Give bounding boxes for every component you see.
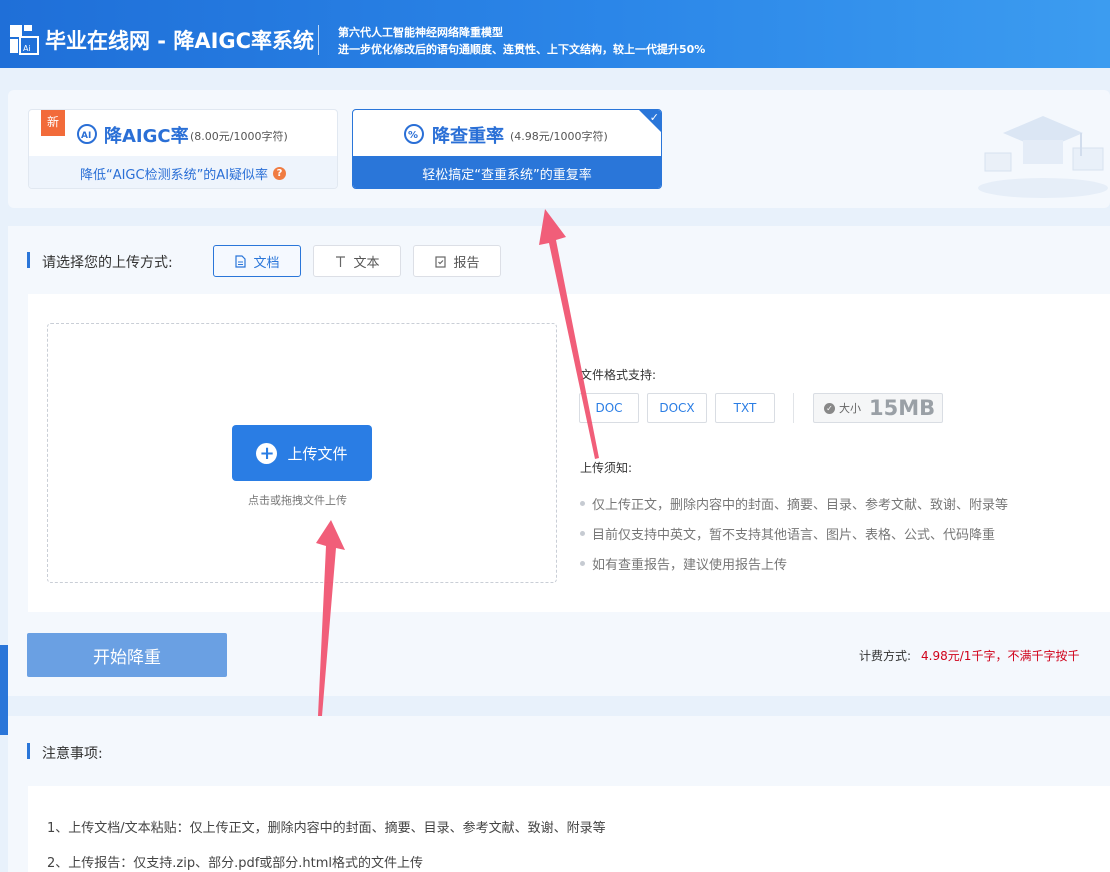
mode-dedup-price: (4.98元/1000字符) [510, 130, 608, 143]
report-icon [435, 255, 447, 268]
upload-file-button[interactable]: + 上传文件 [232, 425, 372, 481]
mode-dedup-title: 降查重率 [432, 126, 504, 147]
mode-card-aigc[interactable]: 新 AI 降AIGC率 (8.00元/1000字符) 降低“AIGC检测系统”的… [28, 109, 338, 189]
graduation-illustration [978, 116, 1108, 198]
percent-badge-icon: % [404, 124, 424, 144]
notice-item: 仅上传正文，删除内容中的封面、摘要、目录、参考文献、致谢、附录等 [580, 494, 1008, 513]
size-value: 15MB [869, 396, 936, 420]
size-label: 大小 [839, 402, 861, 415]
tab-text-label: 文本 [353, 255, 380, 271]
tab-document[interactable]: 文档 [213, 245, 301, 277]
svg-text:Ai: Ai [23, 44, 31, 53]
logo-icon: Ai [10, 25, 39, 55]
notice-text: 仅上传正文，删除内容中的封面、摘要、目录、参考文献、致谢、附录等 [592, 498, 1009, 513]
section-marker [27, 743, 30, 759]
notice-item: 如有查重报告，建议使用报告上传 [580, 554, 787, 573]
format-chip-docx: DOCX [647, 393, 707, 423]
check-circle-icon: ✓ [824, 402, 835, 414]
new-badge: 新 [41, 110, 65, 136]
header-slogan: 第六代人工智能神经网络降重模型 [338, 26, 503, 39]
header-divider [318, 25, 319, 55]
billing-info: 计费方式: 4.98元/1千字，不满千字按千 [859, 647, 1079, 664]
ai-shield-icon: AI [77, 124, 97, 144]
help-icon[interactable]: ? [273, 166, 287, 180]
notice-item: 目前仅支持中英文，暂不支持其他语言、图片、表格、公式、代码降重 [580, 524, 995, 543]
section-marker [27, 252, 30, 268]
header-slogan-detail: 进一步优化修改后的语句通顺度、连贯性、上下文结构，较上一代提升50% [338, 43, 706, 56]
notice-text: 如有查重报告，建议使用报告上传 [592, 558, 788, 573]
tab-report[interactable]: 报告 [413, 245, 501, 277]
notes-title: 注意事项: [42, 746, 103, 762]
start-dedup-button[interactable]: 开始降重 [27, 633, 227, 677]
mode-dedup-desc-bar: 轻松搞定“查重系统”的重复率 [353, 156, 661, 188]
mode-dedup-desc: 轻松搞定“查重系统”的重复率 [422, 167, 592, 183]
bullet-icon [580, 531, 585, 536]
tab-text[interactable]: 文本 [313, 245, 401, 277]
upload-file-label: 上传文件 [287, 444, 348, 463]
tab-report-label: 报告 [453, 255, 480, 271]
format-divider [793, 393, 794, 423]
format-chip-doc: DOC [579, 393, 639, 423]
brand-title[interactable]: 毕业在线网 - 降AIGC率系统 [45, 25, 314, 55]
side-float-tab[interactable] [0, 645, 8, 735]
size-limit: ✓ 大小 15MB [813, 393, 943, 423]
mode-aigc-desc: 降低“AIGC检测系统”的AI疑似率 [79, 167, 269, 183]
mode-panel: 新 AI 降AIGC率 (8.00元/1000字符) 降低“AIGC检测系统”的… [8, 90, 1110, 208]
mode-aigc-desc-bar: 降低“AIGC检测系统”的AI疑似率 ? [29, 156, 337, 188]
plus-icon: + [256, 442, 278, 464]
upload-notice-title: 上传须知: [580, 461, 633, 475]
tab-document-label: 文档 [253, 255, 280, 271]
drop-hint: 点击或拖拽文件上传 [248, 494, 347, 507]
text-icon [336, 255, 346, 267]
top-header: Ai 毕业在线网 - 降AIGC率系统 第六代人工智能神经网络降重模型 进一步优… [0, 0, 1110, 68]
svg-text:%: % [408, 130, 418, 141]
mode-aigc-price: (8.00元/1000字符) [190, 130, 288, 143]
note-item: 2、上传报告：仅支持.zip、部分.pdf或部分.html格式的文件上传 [47, 856, 424, 871]
format-chip-txt: TXT [715, 393, 775, 423]
notice-text: 目前仅支持中英文，暂不支持其他语言、图片、表格、公式、代码降重 [592, 528, 996, 543]
svg-text:AI: AI [81, 131, 91, 141]
check-icon: ✓ [649, 111, 659, 124]
mode-aigc-title: 降AIGC率 [104, 126, 189, 147]
billing-label: 计费方式: [859, 649, 912, 663]
bullet-icon [580, 561, 585, 566]
billing-price: 4.98元/1千字，不满千字按千 [921, 649, 1080, 663]
mode-card-dedup[interactable]: % 降查重率 (4.98元/1000字符) ✓ 轻松搞定“查重系统”的重复率 [352, 109, 662, 189]
note-item: 1、上传文档/文本粘贴：仅上传正文，删除内容中的封面、摘要、目录、参考文献、致谢… [47, 821, 606, 836]
upload-method-label: 请选择您的上传方式: [42, 255, 173, 271]
format-label: 文件格式支持: [580, 368, 657, 382]
document-icon [235, 254, 247, 268]
bullet-icon [580, 501, 585, 506]
